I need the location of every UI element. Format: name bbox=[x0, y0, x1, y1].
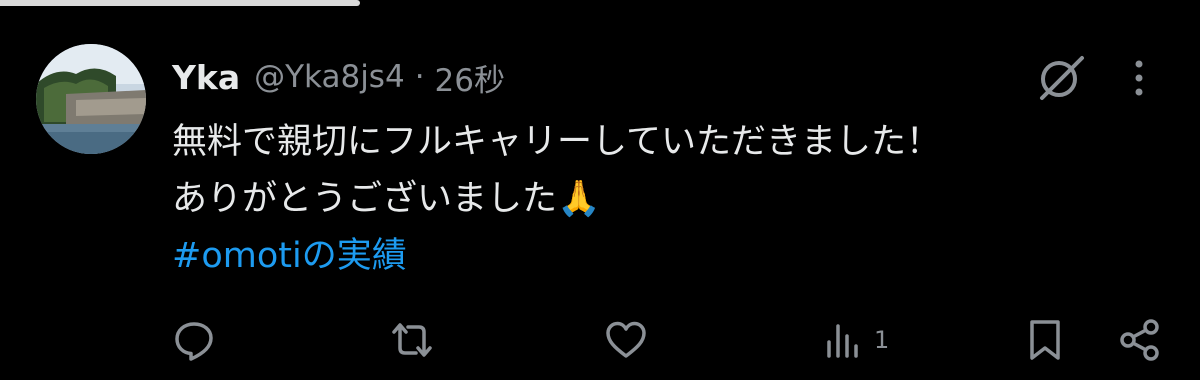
grok-button[interactable] bbox=[1036, 52, 1086, 102]
avatar[interactable] bbox=[36, 44, 146, 154]
timestamp[interactable]: 26秒 bbox=[435, 55, 505, 100]
header-separator: · bbox=[414, 59, 425, 95]
share-icon bbox=[1120, 319, 1159, 361]
user-handle[interactable]: @Yka8js4 bbox=[254, 59, 405, 95]
bookmark-button[interactable] bbox=[1026, 310, 1064, 370]
heart-icon bbox=[606, 321, 646, 358]
avatar-image bbox=[36, 44, 146, 154]
grok-icon bbox=[1040, 56, 1084, 100]
views-button[interactable]: 1 bbox=[824, 310, 889, 370]
bookmark-icon bbox=[1030, 320, 1060, 360]
views-icon bbox=[827, 324, 858, 358]
reply-icon bbox=[175, 322, 213, 361]
display-name[interactable]: Yka bbox=[172, 58, 240, 97]
tweet-actions: 1 bbox=[0, 310, 1200, 370]
tweet-line-2: ありがとうございました🙏 bbox=[172, 179, 601, 219]
load-progress-bar bbox=[0, 0, 1200, 6]
load-progress-fill bbox=[0, 0, 360, 6]
like-button[interactable] bbox=[604, 310, 648, 370]
more-button[interactable] bbox=[1124, 56, 1154, 100]
tweet-line-1: 無料で親切にフルキャリーしていただきました！ bbox=[172, 122, 941, 162]
share-button[interactable] bbox=[1118, 310, 1162, 370]
views-count: 1 bbox=[874, 326, 890, 354]
reply-button[interactable] bbox=[172, 310, 216, 370]
retweet-icon bbox=[392, 323, 432, 357]
tweet-header: Yka @Yka8js4 · 26秒 bbox=[172, 52, 505, 102]
tweet-text: 無料で親切にフルキャリーしていただきました！ ありがとうございました🙏 #omo… bbox=[172, 114, 941, 285]
retweet-button[interactable] bbox=[388, 310, 436, 370]
more-vertical-icon bbox=[1135, 60, 1143, 96]
hashtag-link[interactable]: #omotiの実績 bbox=[172, 228, 941, 285]
